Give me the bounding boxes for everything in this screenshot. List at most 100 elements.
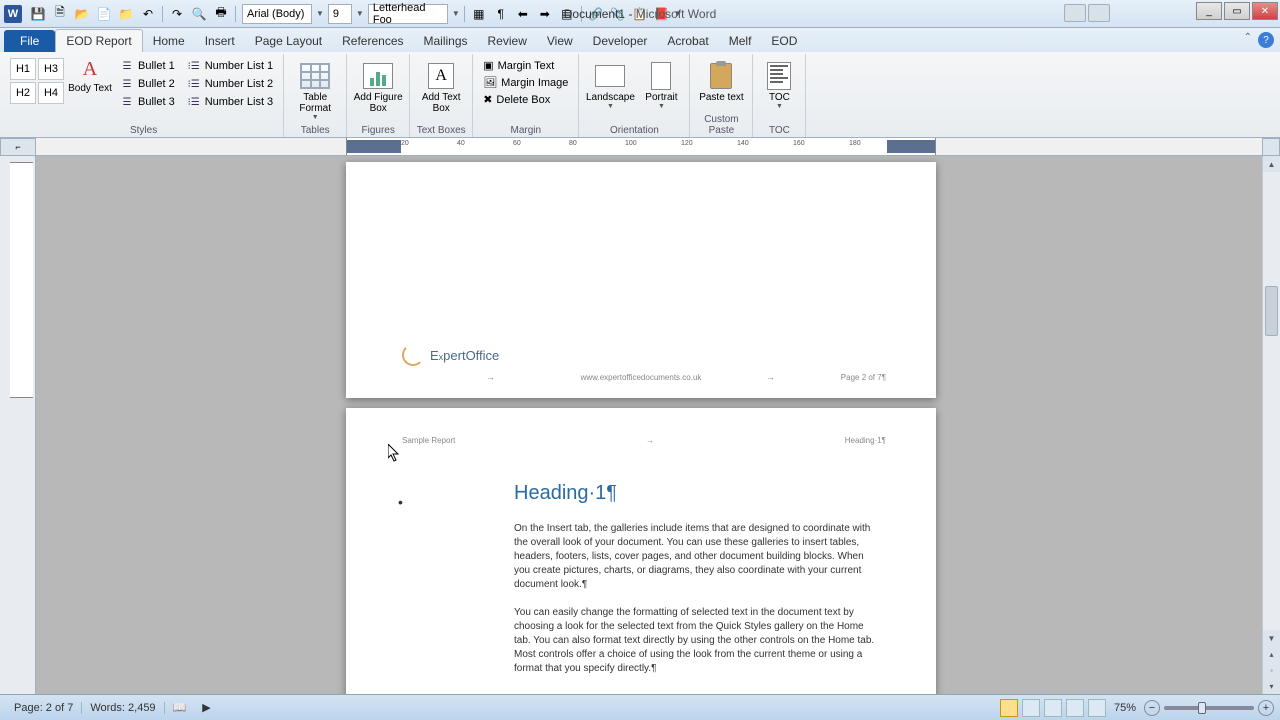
paste-text-button[interactable]: Paste text [696,56,746,103]
dropdown-arrow-icon: ▼ [658,103,665,110]
zoom-out-button[interactable]: − [1144,700,1160,716]
portrait-button[interactable]: Portrait ▼ [639,56,683,110]
zoom-in-button[interactable]: + [1258,700,1274,716]
ruler-corner[interactable]: ⌐ [0,138,36,156]
body-text-button[interactable]: A Body Text [68,58,112,94]
scroll-thumb[interactable] [1265,286,1278,336]
tab-mailings[interactable]: Mailings [414,30,478,52]
ribbon-tabs: File EOD Report Home Insert Page Layout … [0,28,1280,52]
zoom-slider[interactable] [1164,706,1254,710]
dropdown-arrow-icon[interactable]: ▼ [356,9,364,18]
margin-text-button[interactable]: ▣Margin Text [479,58,572,73]
outdent-icon[interactable]: ⬅ [513,4,533,24]
tab-developer[interactable]: Developer [583,30,658,52]
number-1-button[interactable]: ⁝☰Number List 1 [183,58,277,74]
next-page-button[interactable]: ▾ [1263,678,1280,694]
heading-1[interactable]: Heading·1¶ [514,482,617,505]
print-layout-view-button[interactable] [1000,699,1018,717]
font-name-selector[interactable]: Arial (Body) [242,4,312,24]
page-icon[interactable]: ▦ [469,4,489,24]
tab-acrobat[interactable]: Acrobat [657,30,718,52]
outline-view-button[interactable] [1066,699,1084,717]
tab-references[interactable]: References [332,30,413,52]
window-title: Document1 - Microsoft Word [564,7,717,21]
delete-box-button[interactable]: ✖Delete Box [479,92,572,107]
draft-view-button[interactable] [1088,699,1106,717]
tab-view[interactable]: View [537,30,583,52]
h1-button[interactable]: H1 [10,58,36,80]
number-icon: ⁝☰ [187,95,201,109]
number-2-button[interactable]: ⁝☰Number List 2 [183,76,277,92]
bullet-3-button[interactable]: ☰Bullet 3 [116,94,179,110]
tab-eod-report[interactable]: EOD Report [55,29,142,52]
close-button[interactable]: ✕ [1252,2,1278,20]
style-selector[interactable]: Letterhead Foo [368,4,448,24]
group-label: Orientation [579,124,689,137]
dropdown-arrow-icon[interactable]: ▼ [452,9,460,18]
font-size-selector[interactable]: 9 [328,4,352,24]
file-tab[interactable]: File [4,30,55,52]
h4-button[interactable]: H4 [38,82,64,104]
tab-page-layout[interactable]: Page Layout [245,30,332,52]
h2-button[interactable]: H2 [10,82,36,104]
pilcrow-icon[interactable]: ¶ [491,4,511,24]
print-preview-icon[interactable]: 🔍 [189,4,209,24]
page-indicator[interactable]: Page: 2 of 7 [6,702,82,714]
table-format-button[interactable]: Table Format ▼ [290,56,340,121]
document-viewport[interactable]: ExpertOffice → www.expertofficedocuments… [36,156,1280,694]
folder-icon[interactable]: 📁 [116,4,136,24]
full-screen-view-button[interactable] [1022,699,1040,717]
horizontal-ruler[interactable]: ⌐ 20406080100120140160180 [0,138,1280,156]
help-icon[interactable]: ? [1258,32,1274,48]
page-2[interactable]: Sample Report → Heading·1¶ • Heading·1¶ … [346,408,936,694]
margin-image-button[interactable]: 🖼Margin Image [479,75,572,90]
dropdown-arrow-icon: ▼ [776,103,783,110]
indent-icon[interactable]: ➡ [535,4,555,24]
zoom-level[interactable]: 75% [1110,702,1140,714]
spell-check-icon[interactable]: 📖 [165,701,195,714]
landscape-button[interactable]: Landscape ▼ [585,56,635,110]
macro-icon[interactable]: ▶ [194,701,218,714]
print-icon[interactable]: 🖶 [211,4,231,24]
h3-button[interactable]: H3 [38,58,64,80]
toc-button[interactable]: TOC ▼ [759,56,799,110]
mdi-minimize-button[interactable] [1064,4,1086,22]
prev-page-button[interactable]: ▴ [1263,646,1280,662]
save-icon[interactable]: 💾 [28,4,48,24]
number-3-button[interactable]: ⁝☰Number List 3 [183,94,277,110]
page-1[interactable]: ExpertOffice → www.expertofficedocuments… [346,162,936,398]
web-layout-view-button[interactable] [1044,699,1062,717]
tab-review[interactable]: Review [478,30,537,52]
word-count[interactable]: Words: 2,459 [82,702,164,714]
tab-melf[interactable]: Melf [719,30,762,52]
tab-insert[interactable]: Insert [195,30,245,52]
vertical-ruler[interactable] [0,156,36,694]
paragraph-1[interactable]: On the Insert tab, the galleries include… [514,522,880,592]
bullet-2-button[interactable]: ☰Bullet 2 [116,76,179,92]
mdi-restore-button[interactable] [1088,4,1110,22]
collapse-ribbon-icon[interactable]: ⌃ [1244,32,1252,48]
separator [162,6,163,22]
browse-object-button[interactable]: ◦ [1263,662,1280,678]
scroll-down-button[interactable]: ▼ [1263,630,1280,646]
minimize-button[interactable]: _ [1196,2,1222,20]
save-all-icon[interactable]: 🗎 [50,4,70,24]
paragraph-2[interactable]: You can easily change the formatting of … [514,606,880,676]
redo-icon[interactable]: ↷ [167,4,187,24]
ruler-toggle-button[interactable] [1262,138,1280,156]
scroll-up-button[interactable]: ▲ [1263,156,1280,172]
bullet-icon: ☰ [120,77,134,91]
vertical-scrollbar[interactable]: ▲ ▼ ▴ ◦ ▾ [1262,156,1280,694]
maximize-button[interactable]: ▭ [1224,2,1250,20]
group-label: Margin [473,124,578,137]
bullet-1-button[interactable]: ☰Bullet 1 [116,58,179,74]
dropdown-arrow-icon[interactable]: ▼ [316,9,324,18]
open-icon[interactable]: 📂 [72,4,92,24]
new-icon[interactable]: 📄 [94,4,114,24]
tab-home[interactable]: Home [143,30,195,52]
word-app-icon: W [4,5,22,23]
add-figure-button[interactable]: Add Figure Box [353,56,403,114]
tab-eod[interactable]: EOD [761,30,807,52]
add-textbox-button[interactable]: A Add Text Box [416,56,466,114]
undo-icon[interactable]: ↶ [138,4,158,24]
